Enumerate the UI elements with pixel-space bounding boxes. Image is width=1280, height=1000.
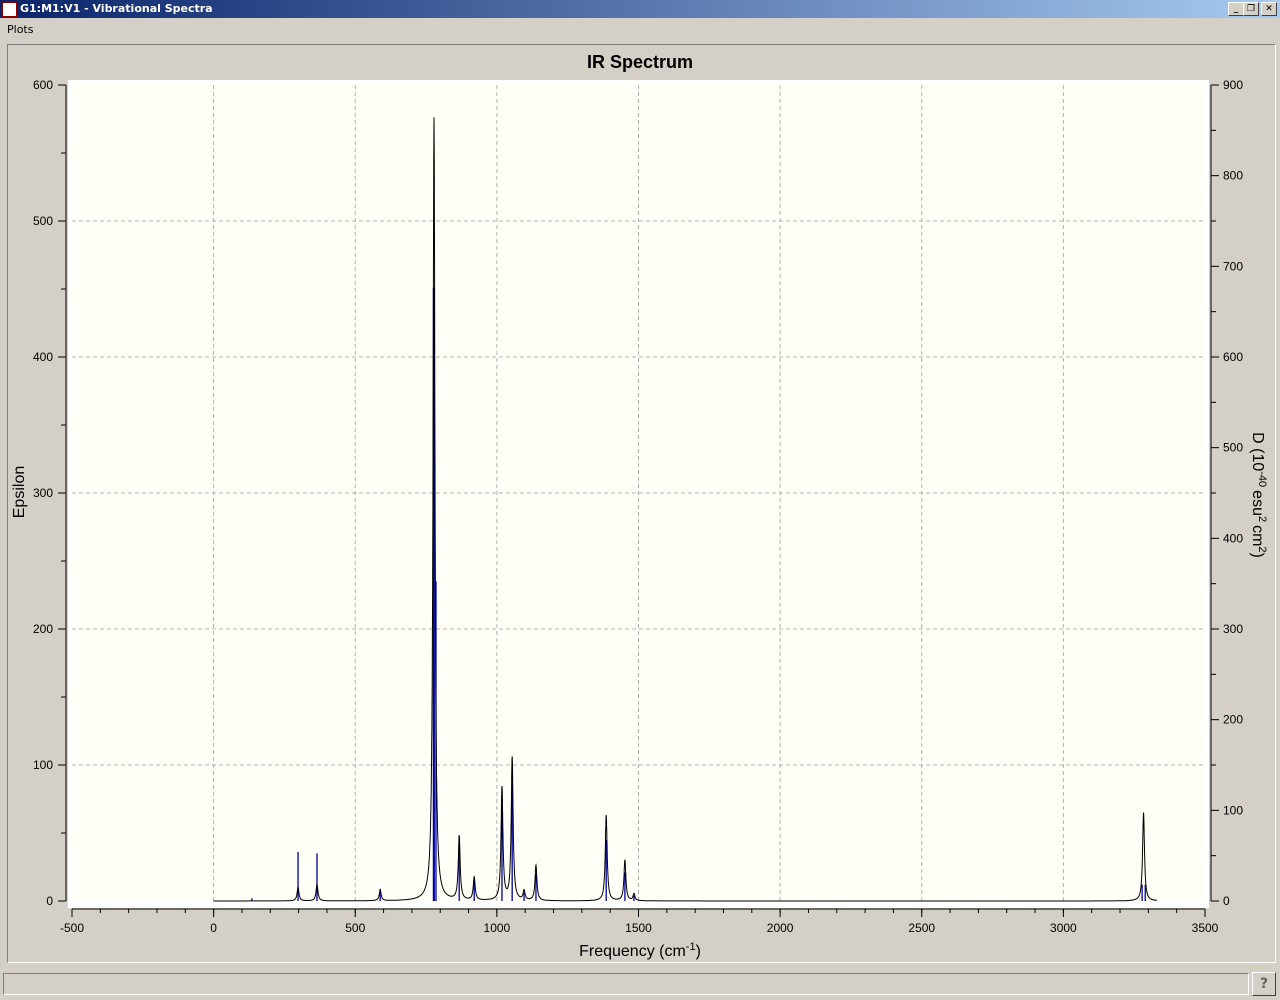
y2-tick-label: 800 <box>1223 169 1243 183</box>
y2-tick-label: 600 <box>1223 350 1243 364</box>
y-tick-label: 0 <box>46 894 53 908</box>
chart-title: IR Spectrum <box>587 52 693 72</box>
y2-tick-label: 400 <box>1223 531 1243 545</box>
y-tick-label: 400 <box>33 350 53 364</box>
x-tick-label: 500 <box>345 921 365 935</box>
x-tick-label: 0 <box>210 921 217 935</box>
y2-tick-label: 100 <box>1223 803 1243 817</box>
y-tick-label: 100 <box>33 758 53 772</box>
x-tick-label: 2500 <box>908 921 935 935</box>
y2-tick-label: 300 <box>1223 622 1243 636</box>
x-tick-label: -500 <box>60 921 84 935</box>
x-tick-label: 1000 <box>484 921 511 935</box>
y2-tick-label: 0 <box>1223 894 1230 908</box>
y2-tick-label: 900 <box>1223 78 1243 92</box>
y2-tick-label: 500 <box>1223 441 1243 455</box>
y-tick-label: 600 <box>33 78 53 92</box>
y-tick-label: 500 <box>33 214 53 228</box>
y2-tick-label: 700 <box>1223 259 1243 273</box>
x-axis-label: Frequency (cm-1) <box>579 941 701 960</box>
y2-axis-label: D (10-40esu2cm2) <box>1249 432 1268 558</box>
y-tick-label: 300 <box>33 486 53 500</box>
help-button[interactable]: ? <box>1252 972 1276 996</box>
ir-spectrum-chart: IR Spectrum -500 0 500 1000 1500 2000 2500 3000… <box>11 52 1268 960</box>
y-axis-label: Epsilon <box>11 466 28 518</box>
status-bar <box>3 973 1249 995</box>
y2-tick-label: 200 <box>1223 713 1243 727</box>
x-tick-label: 2000 <box>767 921 794 935</box>
y-tick-label: 200 <box>33 622 53 636</box>
x-tick-label: 3500 <box>1192 921 1219 935</box>
x-tick-label: 3000 <box>1050 921 1077 935</box>
x-tick-label: 1500 <box>625 921 652 935</box>
